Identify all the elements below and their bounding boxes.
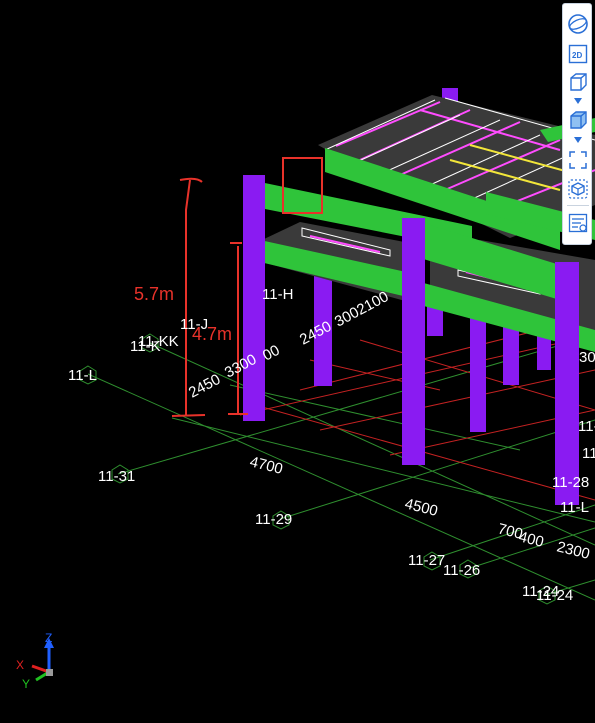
axis-label-z: Z bbox=[45, 631, 52, 645]
3d-viewport[interactable]: 5.7m 4.7m 11-L 11-KK 11-K 11-J 11-H 11-3… bbox=[0, 0, 595, 723]
grid-label: 11-27 bbox=[408, 552, 445, 569]
dimension-label: 4700 bbox=[248, 453, 284, 478]
grid-label: 11-31 bbox=[98, 468, 135, 485]
grid-label: 11-24 bbox=[536, 587, 573, 604]
properties-button[interactable] bbox=[565, 211, 591, 235]
shaded-view-dropdown-icon[interactable] bbox=[574, 137, 582, 143]
grid-label: 11-K bbox=[130, 338, 161, 355]
grid-label: 11-26 bbox=[443, 562, 480, 579]
shaded-view-button[interactable] bbox=[565, 108, 591, 132]
grid-label: 11-L bbox=[560, 499, 589, 516]
view-2d-icon: 2D bbox=[568, 44, 588, 64]
fit-view-button[interactable] bbox=[565, 148, 591, 172]
toolbar-divider bbox=[567, 205, 589, 206]
grid-label: 11-J bbox=[180, 316, 208, 333]
view-2d-button[interactable]: 2D bbox=[565, 42, 591, 66]
properties-icon bbox=[568, 213, 588, 233]
dimension-label: 400 bbox=[517, 528, 545, 551]
grid-label: 11-28 bbox=[552, 474, 589, 491]
axis-label-y: Y bbox=[22, 677, 30, 691]
dimension-label: 2300 bbox=[555, 538, 591, 563]
grid-label: 11-K bbox=[582, 445, 595, 462]
isolate-button[interactable] bbox=[565, 177, 591, 201]
grid-label: 30 bbox=[579, 349, 595, 366]
grid-label: 11-J bbox=[578, 418, 595, 435]
grid-label: 11-H bbox=[262, 286, 293, 303]
isolate-icon bbox=[568, 179, 588, 199]
view-toolbar: 2D bbox=[562, 3, 592, 245]
cube-view-dropdown-icon[interactable] bbox=[574, 98, 582, 104]
fit-view-icon bbox=[569, 151, 587, 169]
dimension-label: 4500 bbox=[403, 495, 439, 520]
cube-view-icon bbox=[570, 73, 587, 91]
grid-label: 11-L bbox=[68, 367, 97, 384]
orbit-icon bbox=[568, 14, 588, 34]
orbit-button[interactable] bbox=[565, 12, 591, 36]
dimension-label: 3002100 bbox=[332, 288, 392, 330]
dimension-label: 2450 bbox=[186, 371, 223, 402]
axis-label-x: X bbox=[16, 658, 24, 672]
shaded-cube-icon bbox=[570, 111, 587, 129]
height-label-outer: 5.7m bbox=[134, 284, 174, 304]
svg-text:2D: 2D bbox=[572, 51, 582, 60]
grid-label: 11-29 bbox=[255, 511, 292, 528]
axis-triad: Z X Y bbox=[16, 631, 54, 691]
cube-view-button[interactable] bbox=[565, 70, 591, 94]
